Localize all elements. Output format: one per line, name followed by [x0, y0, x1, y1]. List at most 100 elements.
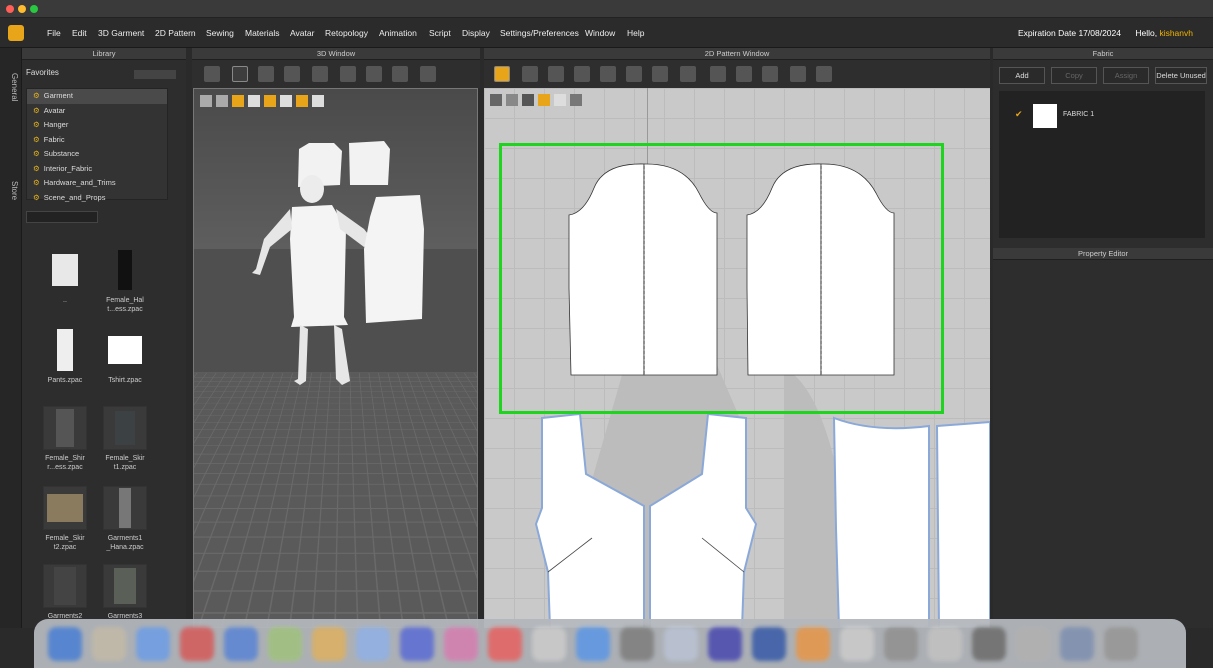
- polygon-icon[interactable]: [548, 66, 564, 82]
- minimize-window-button[interactable]: [18, 5, 26, 13]
- viewport-3d[interactable]: [193, 88, 478, 628]
- menu-sewing[interactable]: Sewing: [206, 18, 234, 48]
- viewport-2d[interactable]: [484, 88, 990, 628]
- free-sewing-icon[interactable]: [710, 66, 726, 82]
- app-icon[interactable]: [840, 627, 874, 661]
- thumb-garments2[interactable]: Garments2: [38, 564, 92, 621]
- app-icon[interactable]: [972, 627, 1006, 661]
- thumb-garments1-hana[interactable]: Garments1 _Hana.zpac: [98, 486, 152, 552]
- trash-icon[interactable]: [1104, 627, 1138, 661]
- copy-fabric-button[interactable]: Copy: [1051, 67, 1097, 84]
- tab-store[interactable]: Store: [3, 176, 19, 206]
- tree-item-hardware[interactable]: ⚙ Hardware_and_Trims: [27, 176, 167, 191]
- tree-label: Hardware_and_Trims: [43, 178, 116, 187]
- thumb-female-halter[interactable]: Female_Hal t...ess.zpac: [98, 248, 152, 314]
- app-icon[interactable]: [576, 627, 610, 661]
- thumb-parent[interactable]: ..: [38, 248, 92, 305]
- menu-script[interactable]: Script: [429, 18, 451, 48]
- tree-item-scene[interactable]: ⚙ Scene_and_Props: [27, 191, 167, 206]
- app-icon[interactable]: [444, 627, 478, 661]
- app-icon[interactable]: [752, 627, 786, 661]
- fabric-item[interactable]: ✔ FABRIC 1: [999, 103, 1205, 129]
- menu-help[interactable]: Help: [627, 18, 644, 48]
- delete-unused-button[interactable]: Delete Unused: [1155, 67, 1207, 84]
- thumb-label: Female_Shir r...ess.zpac: [45, 455, 85, 471]
- library-tree: ⚙ Garment ⚙ Avatar ⚙ Hanger ⚙ Fabric ⚙ Substa…: [26, 88, 168, 202]
- app-icon[interactable]: [928, 627, 962, 661]
- menu-retopology[interactable]: Retopology: [325, 18, 368, 48]
- assign-fabric-button[interactable]: Assign: [1103, 67, 1149, 84]
- app-icon[interactable]: [136, 627, 170, 661]
- transform-pattern-icon[interactable]: [494, 66, 510, 82]
- app-icon[interactable]: [620, 627, 654, 661]
- menu-animation[interactable]: Animation: [379, 18, 417, 48]
- app-icon[interactable]: [664, 627, 698, 661]
- tree-item-interior-fabric[interactable]: ⚙ Interior_Fabric: [27, 162, 167, 177]
- edit-point-icon[interactable]: [522, 66, 538, 82]
- finder-icon[interactable]: [48, 627, 82, 661]
- library-search-input[interactable]: [26, 211, 98, 223]
- close-window-button[interactable]: [6, 5, 14, 13]
- thumb-pants[interactable]: Pants.zpac: [38, 328, 92, 385]
- app-icon[interactable]: [356, 627, 390, 661]
- app-icon[interactable]: [532, 627, 566, 661]
- app-icon[interactable]: [312, 627, 346, 661]
- menu-window[interactable]: Window: [585, 18, 615, 48]
- tree-item-avatar[interactable]: ⚙ Avatar: [27, 104, 167, 119]
- garment-icon[interactable]: [340, 66, 356, 82]
- username[interactable]: kishanvh: [1159, 28, 1193, 38]
- pin-icon[interactable]: [366, 66, 382, 82]
- tree-item-fabric[interactable]: ⚙ Fabric: [27, 133, 167, 148]
- app-icon[interactable]: [224, 627, 258, 661]
- edit-pattern-icon[interactable]: [258, 66, 274, 82]
- app-icon[interactable]: [180, 627, 214, 661]
- app-icon[interactable]: [708, 627, 742, 661]
- zoom-window-button[interactable]: [30, 5, 38, 13]
- app-icon[interactable]: [488, 627, 522, 661]
- menu-display[interactable]: Display: [462, 18, 490, 48]
- thumb-female-shirt-dress[interactable]: Female_Shir r...ess.zpac: [38, 406, 92, 472]
- menu-materials[interactable]: Materials: [245, 18, 279, 48]
- thumb-label: Tshirt.zpac: [108, 377, 142, 384]
- app-icon[interactable]: [884, 627, 918, 661]
- menu-2d-pattern[interactable]: 2D Pattern: [155, 18, 196, 48]
- tree-item-hanger[interactable]: ⚙ Hanger: [27, 118, 167, 133]
- menu-avatar[interactable]: Avatar: [290, 18, 314, 48]
- avatar-model[interactable]: [194, 89, 478, 628]
- app-icon[interactable]: [1016, 627, 1050, 661]
- menu-settings[interactable]: Settings/Preferences: [500, 18, 579, 48]
- measure-icon[interactable]: [312, 66, 328, 82]
- check-sewing-icon[interactable]: [736, 66, 752, 82]
- fold-arrangement-icon[interactable]: [762, 66, 778, 82]
- elastic-icon[interactable]: [790, 66, 806, 82]
- menu-edit[interactable]: Edit: [72, 18, 87, 48]
- thumb-female-skirt1[interactable]: Female_Skir t1.zpac: [98, 406, 152, 472]
- tack-icon[interactable]: [420, 66, 436, 82]
- thumb-tshirt[interactable]: Tshirt.zpac: [98, 328, 152, 385]
- fold-icon[interactable]: [284, 66, 300, 82]
- tab-general[interactable]: General: [3, 62, 19, 112]
- arrangement-icon[interactable]: [392, 66, 408, 82]
- internal-polygon-icon[interactable]: [600, 66, 616, 82]
- tape-icon[interactable]: [816, 66, 832, 82]
- window-2d-header: 2D Pattern Window: [484, 48, 990, 88]
- menu-3d-garment[interactable]: 3D Garment: [98, 18, 144, 48]
- rectangle-icon[interactable]: [574, 66, 590, 82]
- add-fabric-button[interactable]: Add: [999, 67, 1045, 84]
- segment-sewing-icon[interactable]: [680, 66, 696, 82]
- tree-item-garment[interactable]: ⚙ Garment: [27, 89, 167, 104]
- thumb-female-skirt2[interactable]: Female_Skir t2.zpac: [38, 486, 92, 552]
- select-move-icon[interactable]: [204, 66, 220, 82]
- thumb-garments3[interactable]: Garments3: [98, 564, 152, 621]
- app-icon[interactable]: [92, 627, 126, 661]
- notch-icon[interactable]: [626, 66, 642, 82]
- favorites-tools[interactable]: [134, 70, 176, 79]
- select-mesh-icon[interactable]: [232, 66, 248, 82]
- tree-item-substance[interactable]: ⚙ Substance: [27, 147, 167, 162]
- app-icon[interactable]: [796, 627, 830, 661]
- app-icon[interactable]: [268, 627, 302, 661]
- app-icon[interactable]: [1060, 627, 1094, 661]
- menu-file[interactable]: File: [47, 18, 61, 48]
- app-icon[interactable]: [400, 627, 434, 661]
- trace-icon[interactable]: [652, 66, 668, 82]
